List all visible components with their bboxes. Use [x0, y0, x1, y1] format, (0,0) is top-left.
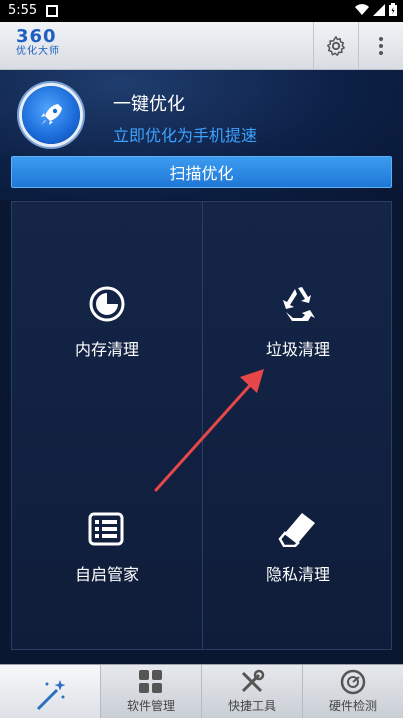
- logo-text: 优化大师: [16, 46, 60, 57]
- app-logo: 360 优化大师: [16, 28, 60, 58]
- settings-button[interactable]: [313, 22, 358, 69]
- wifi-icon: [355, 3, 369, 15]
- tab-quick-tools-label: 快捷工具: [227, 699, 276, 713]
- privacy-clean-label: 隐私清理: [265, 565, 330, 584]
- tab-quick-tools[interactable]: 快捷工具: [202, 665, 303, 718]
- one-click-optimize-panel: 一键优化 立即优化为手机提速 扫描优化: [0, 70, 403, 200]
- bottom-nav: 软件管理 快捷工具 硬件检测: [0, 664, 403, 718]
- hero-subtitle-link[interactable]: 立即优化为手机提速: [113, 122, 257, 146]
- logo-number: 360: [16, 26, 57, 47]
- autostart-manager-label: 自启管家: [74, 565, 139, 584]
- notification-icon: [46, 5, 58, 17]
- status-bar: 5:55: [0, 0, 403, 22]
- privacy-clean-tile[interactable]: 隐私清理: [203, 509, 393, 585]
- rocket-button[interactable]: [22, 86, 80, 144]
- gear-icon: [327, 35, 345, 56]
- status-time: 5:55: [8, 3, 38, 18]
- battery-icon: [389, 3, 397, 16]
- apps-icon: [139, 670, 162, 693]
- more-vert-icon: [379, 36, 383, 55]
- memory-clean-tile[interactable]: 内存清理: [12, 284, 202, 360]
- memory-icon: [87, 284, 127, 324]
- signal-icon: [373, 3, 385, 16]
- tab-optimize[interactable]: [0, 665, 101, 718]
- recycle-icon: [278, 284, 318, 324]
- autostart-manager-tile[interactable]: 自启管家: [12, 509, 202, 585]
- memory-clean-label: 内存清理: [74, 340, 139, 359]
- eraser-icon: [278, 509, 318, 549]
- tab-hardware-check[interactable]: 硬件检测: [303, 665, 403, 718]
- hero-title: 一键优化: [113, 94, 185, 115]
- junk-clean-tile[interactable]: 垃圾清理: [203, 284, 393, 360]
- app-bar: 360 优化大师: [0, 22, 403, 70]
- more-button[interactable]: [358, 22, 403, 69]
- tab-software-manager-label: 软件管理: [126, 699, 175, 713]
- tools-icon: [241, 669, 265, 693]
- gauge-icon: [340, 669, 366, 695]
- status-icons: [355, 3, 397, 16]
- scan-optimize-button[interactable]: 扫描优化: [11, 156, 392, 188]
- annotation-arrow: [154, 369, 264, 492]
- magic-wand-icon: [36, 680, 66, 711]
- tab-hardware-check-label: 硬件检测: [328, 699, 377, 713]
- junk-clean-label: 垃圾清理: [265, 340, 330, 359]
- rocket-icon: [41, 104, 62, 125]
- list-icon: [87, 509, 127, 549]
- tab-software-manager[interactable]: 软件管理: [101, 665, 202, 718]
